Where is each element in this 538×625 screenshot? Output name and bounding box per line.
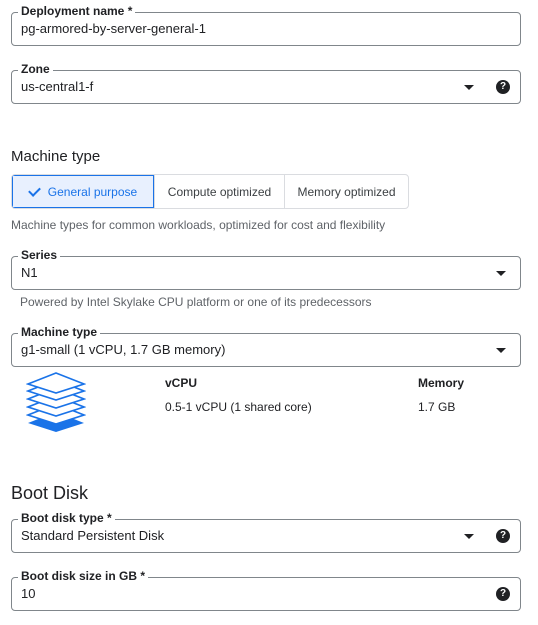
deployment-name-label: Deployment name * <box>18 4 136 18</box>
machine-family-tabs: General purpose Compute optimized Memory… <box>11 174 409 209</box>
machine-type-select[interactable]: Machine type g1-small (1 vCPU, 1.7 GB me… <box>11 325 521 367</box>
boot-disk-heading: Boot Disk <box>11 483 89 503</box>
caret-down-icon <box>496 271 506 276</box>
stacked-layers-icon <box>26 372 86 432</box>
memory-value: 1.7 GB <box>418 400 456 414</box>
series-label: Series <box>18 248 61 262</box>
series-value: N1 <box>21 265 38 280</box>
boot-disk-type-label: Boot disk type * <box>18 511 115 525</box>
deployment-name-field[interactable]: Deployment name * pg-armored-by-server-g… <box>11 4 521 46</box>
caret-down-icon <box>496 348 506 353</box>
vcpu-value: 0.5-1 vCPU (1 shared core) <box>165 400 312 414</box>
tab-memory-optimized[interactable]: Memory optimized <box>284 175 408 208</box>
deployment-name-input[interactable]: pg-armored-by-server-general-1 <box>21 21 206 36</box>
check-icon <box>27 183 41 197</box>
machine-type-label: Machine type <box>18 325 101 339</box>
zone-label: Zone <box>18 62 53 76</box>
boot-disk-type-select[interactable]: Boot disk type * Standard Persistent Dis… <box>11 511 521 553</box>
machine-type-heading: Machine type <box>11 148 101 165</box>
series-select[interactable]: Series N1 <box>11 248 521 290</box>
machine-family-description: Machine types for common workloads, opti… <box>11 218 386 232</box>
zone-select[interactable]: Zone us-central1-f ? <box>11 62 521 104</box>
series-hint: Powered by Intel Skylake CPU platform or… <box>20 295 372 309</box>
tab-compute-optimized-label: Compute optimized <box>167 184 272 199</box>
tab-compute-optimized[interactable]: Compute optimized <box>154 175 284 208</box>
help-circle-icon[interactable]: ? <box>496 80 510 94</box>
help-circle-icon[interactable]: ? <box>496 529 510 543</box>
boot-disk-size-label: Boot disk size in GB * <box>18 569 149 583</box>
machine-type-value: g1-small (1 vCPU, 1.7 GB memory) <box>21 342 226 357</box>
caret-down-icon <box>464 534 474 539</box>
boot-disk-type-value: Standard Persistent Disk <box>21 528 165 543</box>
boot-disk-size-field[interactable]: Boot disk size in GB * 10 ? <box>11 569 521 611</box>
tab-memory-optimized-label: Memory optimized <box>297 184 396 199</box>
vcpu-header: vCPU <box>165 376 198 390</box>
boot-disk-size-input[interactable]: 10 <box>21 586 35 601</box>
caret-down-icon <box>464 85 474 90</box>
tab-general-purpose-label: General purpose <box>47 184 138 199</box>
help-circle-icon[interactable]: ? <box>496 587 510 601</box>
tab-general-purpose[interactable]: General purpose <box>12 175 154 208</box>
memory-header: Memory <box>418 376 465 390</box>
zone-value: us-central1-f <box>21 79 94 94</box>
